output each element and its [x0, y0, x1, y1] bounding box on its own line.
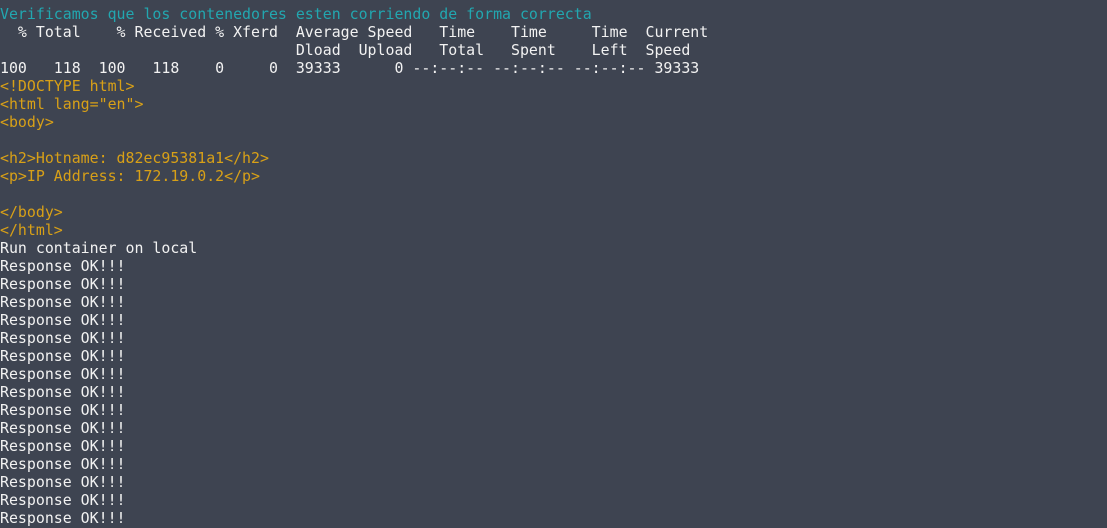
- terminal-line: Response OK!!!: [0, 455, 126, 473]
- terminal-line: Response OK!!!: [0, 473, 126, 491]
- terminal-line: Response OK!!!: [0, 437, 126, 455]
- terminal-line: Response OK!!!: [0, 419, 126, 437]
- terminal-line: <html lang="en">: [0, 95, 144, 113]
- terminal-line: Response OK!!!: [0, 365, 126, 383]
- terminal-line: % Total % Received % Xferd Average Speed…: [0, 23, 709, 41]
- terminal-line: Response OK!!!: [0, 293, 126, 311]
- terminal-line: Verificamos que los contenedores esten c…: [0, 5, 592, 23]
- terminal-line: Response OK!!!: [0, 347, 126, 365]
- terminal-output: Verificamos que los contenedores esten c…: [0, 0, 708, 527]
- terminal-line: Response OK!!!: [0, 509, 126, 527]
- terminal-line: <h2>Hotname: d82ec95381a1</h2>: [0, 149, 269, 167]
- terminal-line: Response OK!!!: [0, 329, 126, 347]
- terminal-line: <!DOCTYPE html>: [0, 77, 135, 95]
- terminal-line: Dload Upload Total Spent Left Speed: [0, 41, 691, 59]
- terminal-line: <p>IP Address: 172.19.0.2</p>: [0, 167, 260, 185]
- terminal-line: Response OK!!!: [0, 401, 126, 419]
- terminal-line: </body>: [0, 203, 63, 221]
- terminal-line: Response OK!!!: [0, 491, 126, 509]
- terminal-line: Response OK!!!: [0, 257, 126, 275]
- terminal-line: </html>: [0, 221, 63, 239]
- terminal-line: Response OK!!!: [0, 383, 126, 401]
- terminal-line: Response OK!!!: [0, 311, 126, 329]
- terminal-line: Response OK!!!: [0, 275, 126, 293]
- terminal-line: Run container on local: [0, 239, 198, 257]
- terminal-line: <body>: [0, 113, 54, 131]
- terminal-line: 100 118 100 118 0 0 39333 0 --:--:-- --:…: [0, 59, 700, 77]
- terminal-window[interactable]: Verificamos que los contenedores esten c…: [0, 0, 1107, 528]
